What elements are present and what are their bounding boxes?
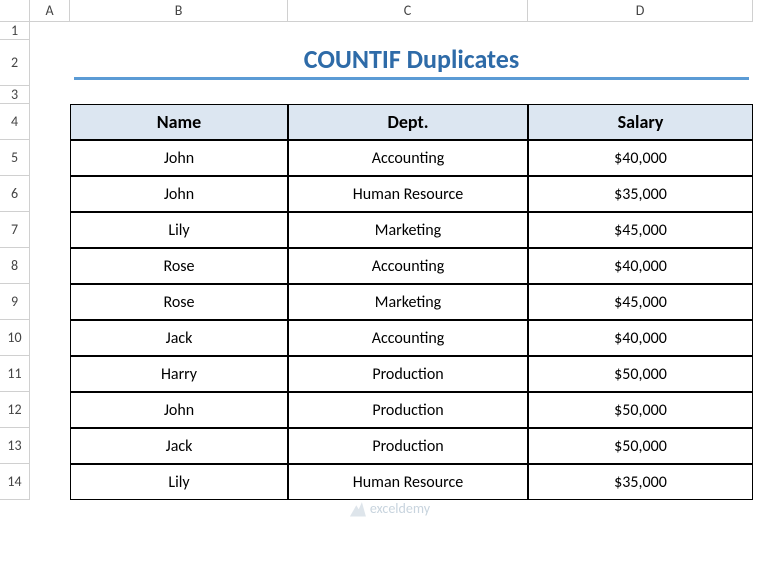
table-row[interactable]: Production xyxy=(288,356,528,392)
table-row[interactable]: $35,000 xyxy=(528,464,753,500)
table-row[interactable]: John xyxy=(70,392,288,428)
cell-a6[interactable] xyxy=(30,176,70,212)
table-row[interactable]: Harry xyxy=(70,356,288,392)
select-all-corner[interactable] xyxy=(0,0,30,22)
table-row[interactable]: Accounting xyxy=(288,320,528,356)
table-row[interactable]: $40,000 xyxy=(528,248,753,284)
cell-a13[interactable] xyxy=(30,428,70,464)
page-title[interactable]: COUNTIF Duplicates xyxy=(74,40,749,80)
cell-a10[interactable] xyxy=(30,320,70,356)
table-row[interactable]: Human Resource xyxy=(288,176,528,212)
table-row[interactable]: Production xyxy=(288,392,528,428)
watermark: exceldemy xyxy=(300,500,480,517)
spreadsheet-grid: A B C D 1 2 COUNTIF Duplicates 3 4 Name … xyxy=(0,0,768,500)
table-row[interactable]: $35,000 xyxy=(528,176,753,212)
watermark-icon xyxy=(350,501,366,517)
table-row[interactable]: $45,000 xyxy=(528,284,753,320)
col-header-d[interactable]: D xyxy=(528,0,753,22)
table-row[interactable]: $40,000 xyxy=(528,320,753,356)
table-row[interactable]: Accounting xyxy=(288,140,528,176)
table-header-name[interactable]: Name xyxy=(70,104,288,140)
cell-b1[interactable] xyxy=(70,22,288,40)
table-header-salary[interactable]: Salary xyxy=(528,104,753,140)
cell-a1[interactable] xyxy=(30,22,70,40)
cell-a12[interactable] xyxy=(30,392,70,428)
cell-c3[interactable] xyxy=(288,86,528,104)
table-row[interactable]: Jack xyxy=(70,428,288,464)
table-row[interactable]: $45,000 xyxy=(528,212,753,248)
table-row[interactable]: Jack xyxy=(70,320,288,356)
cell-d1[interactable] xyxy=(528,22,753,40)
table-row[interactable]: Marketing xyxy=(288,212,528,248)
table-row[interactable]: $40,000 xyxy=(528,140,753,176)
cell-d3[interactable] xyxy=(528,86,753,104)
row-header-9[interactable]: 9 xyxy=(0,284,30,320)
row-header-11[interactable]: 11 xyxy=(0,356,30,392)
cell-a5[interactable] xyxy=(30,140,70,176)
cell-a11[interactable] xyxy=(30,356,70,392)
row-header-2[interactable]: 2 xyxy=(0,40,30,86)
row-header-7[interactable]: 7 xyxy=(0,212,30,248)
table-row[interactable]: Production xyxy=(288,428,528,464)
col-header-c[interactable]: C xyxy=(288,0,528,22)
cell-a4[interactable] xyxy=(30,104,70,140)
row-header-1[interactable]: 1 xyxy=(0,22,30,40)
table-row[interactable]: John xyxy=(70,176,288,212)
row-header-6[interactable]: 6 xyxy=(0,176,30,212)
table-header-dept[interactable]: Dept. xyxy=(288,104,528,140)
table-row[interactable]: $50,000 xyxy=(528,356,753,392)
col-header-a[interactable]: A xyxy=(30,0,70,22)
table-row[interactable]: $50,000 xyxy=(528,428,753,464)
row-header-13[interactable]: 13 xyxy=(0,428,30,464)
watermark-text: exceldemy xyxy=(370,500,430,517)
row-header-5[interactable]: 5 xyxy=(0,140,30,176)
row-header-4[interactable]: 4 xyxy=(0,104,30,140)
table-row[interactable]: $50,000 xyxy=(528,392,753,428)
table-row[interactable]: Rose xyxy=(70,248,288,284)
table-row[interactable]: Lily xyxy=(70,212,288,248)
row-header-8[interactable]: 8 xyxy=(0,248,30,284)
table-row[interactable]: Accounting xyxy=(288,248,528,284)
cell-a8[interactable] xyxy=(30,248,70,284)
cell-a14[interactable] xyxy=(30,464,70,500)
row-header-14[interactable]: 14 xyxy=(0,464,30,500)
cell-c1[interactable] xyxy=(288,22,528,40)
row-header-3[interactable]: 3 xyxy=(0,86,30,104)
table-row[interactable]: Marketing xyxy=(288,284,528,320)
table-row[interactable]: Human Resource xyxy=(288,464,528,500)
table-row[interactable]: Lily xyxy=(70,464,288,500)
cell-b3[interactable] xyxy=(70,86,288,104)
table-row[interactable]: Rose xyxy=(70,284,288,320)
cell-a7[interactable] xyxy=(30,212,70,248)
cell-a9[interactable] xyxy=(30,284,70,320)
row-header-10[interactable]: 10 xyxy=(0,320,30,356)
cell-a3[interactable] xyxy=(30,86,70,104)
col-header-b[interactable]: B xyxy=(70,0,288,22)
cell-a2[interactable] xyxy=(30,40,70,86)
row-header-12[interactable]: 12 xyxy=(0,392,30,428)
table-row[interactable]: John xyxy=(70,140,288,176)
